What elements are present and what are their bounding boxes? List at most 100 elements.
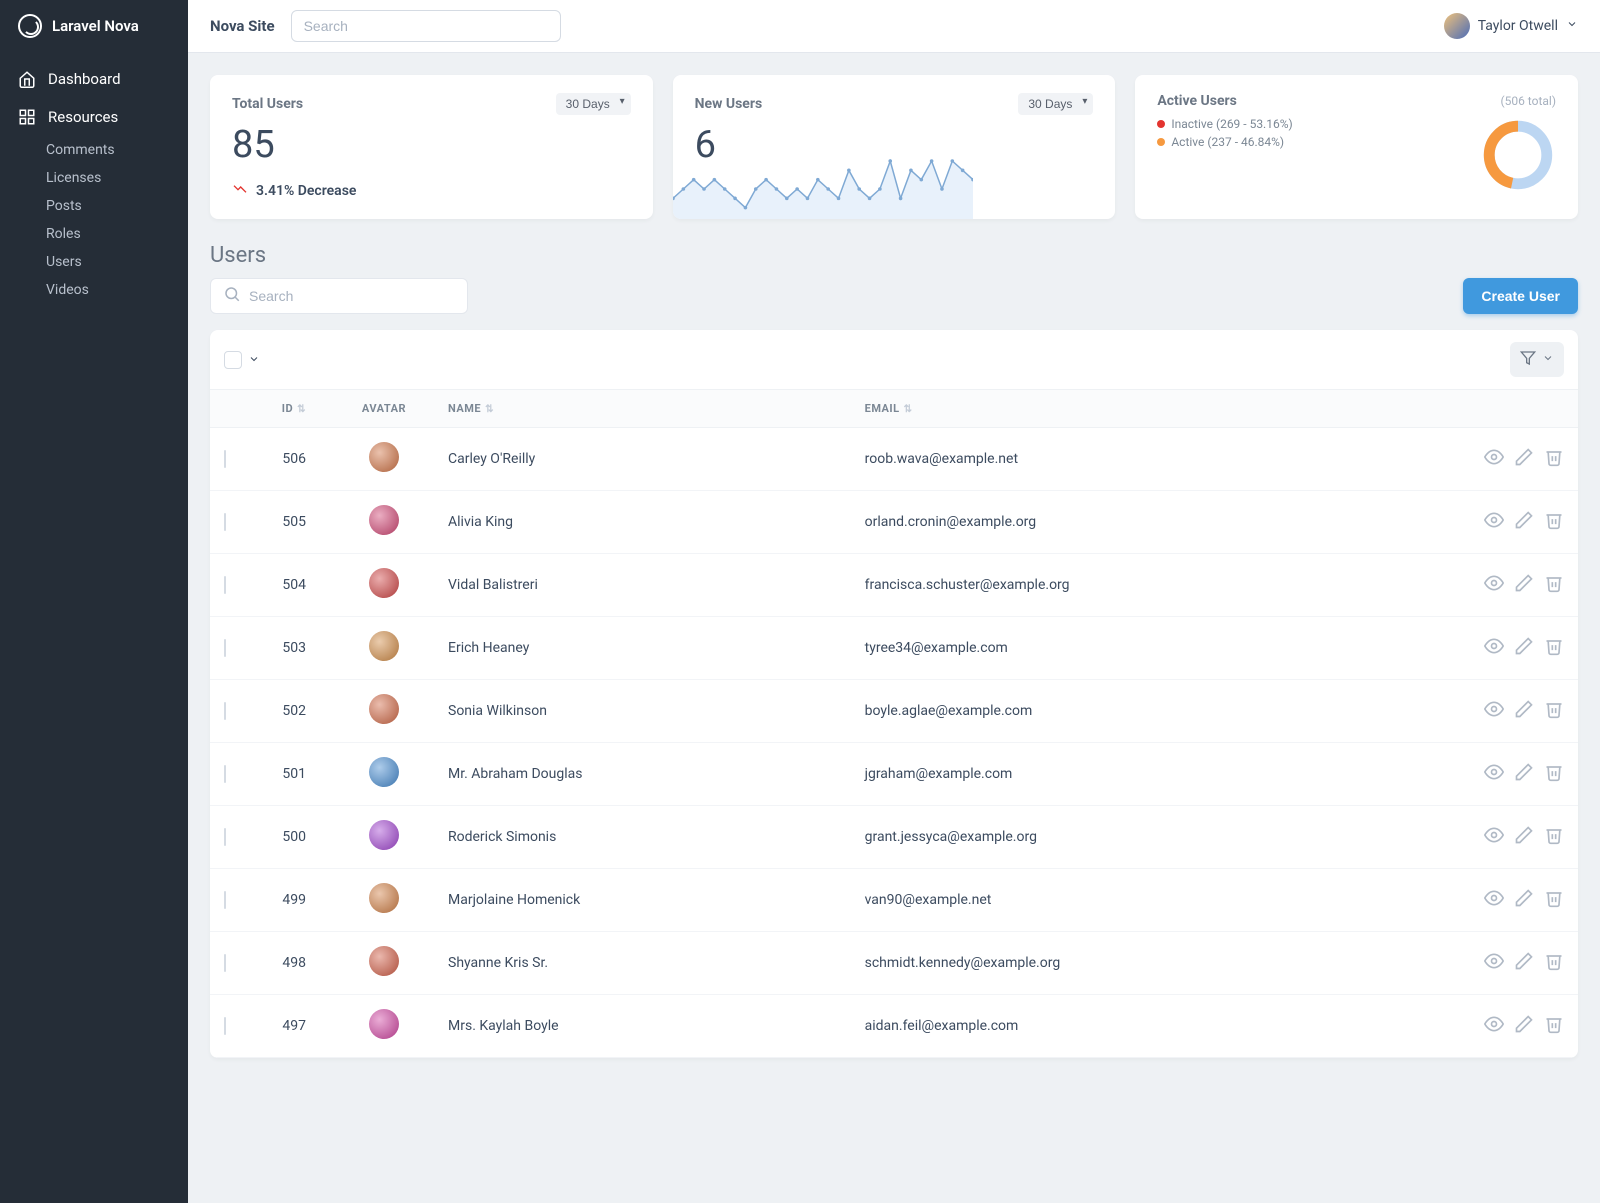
row-checkbox[interactable]: [224, 891, 226, 909]
cell-name: Mrs. Kaylah Boyle: [434, 995, 851, 1058]
row-checkbox[interactable]: [224, 513, 226, 531]
delete-icon[interactable]: [1544, 762, 1564, 782]
total-label: (506 total): [1500, 94, 1556, 108]
nav-resources[interactable]: Resources: [0, 98, 188, 136]
sidebar-item-comments[interactable]: Comments: [0, 136, 188, 164]
chevron-down-icon: [248, 350, 260, 369]
avatar: [369, 694, 399, 724]
col-email[interactable]: Email⇅: [851, 390, 1448, 428]
donut-chart: [1480, 117, 1556, 193]
card-title: Active Users: [1157, 93, 1236, 109]
edit-icon[interactable]: [1514, 447, 1534, 467]
edit-icon[interactable]: [1514, 762, 1534, 782]
cell-email: aidan.feil@example.com: [851, 995, 1448, 1058]
edit-icon[interactable]: [1514, 1014, 1534, 1034]
sort-icon: ⇅: [485, 404, 494, 415]
edit-icon[interactable]: [1514, 636, 1534, 656]
row-checkbox[interactable]: [224, 1017, 226, 1035]
sidebar-item-users[interactable]: Users: [0, 248, 188, 276]
view-icon[interactable]: [1484, 573, 1504, 593]
delete-icon[interactable]: [1544, 573, 1564, 593]
delete-icon[interactable]: [1544, 699, 1564, 719]
resource-search-input[interactable]: [249, 288, 455, 304]
view-icon[interactable]: [1484, 447, 1504, 467]
cell-email: van90@example.net: [851, 869, 1448, 932]
delete-icon[interactable]: [1544, 951, 1564, 971]
cell-email: grant.jessyca@example.org: [851, 806, 1448, 869]
view-icon[interactable]: [1484, 888, 1504, 908]
avatar: [369, 946, 399, 976]
sort-icon: ⇅: [904, 404, 913, 415]
range-select[interactable]: 30 Days: [1018, 93, 1093, 115]
cell-id: 503: [254, 617, 334, 680]
sidebar-item-roles[interactable]: Roles: [0, 220, 188, 248]
view-icon[interactable]: [1484, 762, 1504, 782]
row-checkbox[interactable]: [224, 954, 226, 972]
edit-icon[interactable]: [1514, 825, 1534, 845]
edit-icon[interactable]: [1514, 951, 1534, 971]
edit-icon[interactable]: [1514, 699, 1534, 719]
cell-name: Sonia Wilkinson: [434, 680, 851, 743]
cell-name: Carley O'Reilly: [434, 428, 851, 491]
row-checkbox[interactable]: [224, 828, 226, 846]
topbar: Nova Site Taylor Otwell: [188, 0, 1600, 53]
legend-inactive: Inactive (269 - 53.16%): [1157, 117, 1292, 131]
cell-id: 505: [254, 491, 334, 554]
row-checkbox[interactable]: [224, 576, 226, 594]
card-title: Total Users: [232, 96, 303, 112]
select-all[interactable]: [224, 350, 260, 369]
trend-down-icon: [232, 181, 248, 201]
table-row: 499Marjolaine Homenickvan90@example.net: [210, 869, 1578, 932]
nav-dashboard-label: Dashboard: [48, 70, 121, 88]
resource-search[interactable]: [210, 278, 468, 314]
cell-email: roob.wava@example.net: [851, 428, 1448, 491]
delete-icon[interactable]: [1544, 636, 1564, 656]
row-checkbox[interactable]: [224, 702, 226, 720]
sidebar: Laravel Nova Dashboard Resources Comment…: [0, 0, 188, 1203]
brand-logo[interactable]: Laravel Nova: [0, 0, 188, 52]
global-search-input[interactable]: [291, 10, 561, 42]
view-icon[interactable]: [1484, 825, 1504, 845]
cell-name: Shyanne Kris Sr.: [434, 932, 851, 995]
row-checkbox[interactable]: [224, 639, 226, 657]
create-user-button[interactable]: Create User: [1463, 278, 1578, 314]
dot-icon: [1157, 138, 1165, 146]
view-icon[interactable]: [1484, 1014, 1504, 1034]
checkbox[interactable]: [224, 351, 242, 369]
col-id[interactable]: ID⇅: [254, 390, 334, 428]
grid-icon: [18, 108, 36, 126]
avatar: [369, 1009, 399, 1039]
view-icon[interactable]: [1484, 699, 1504, 719]
filter-icon: [1520, 350, 1536, 369]
dot-icon: [1157, 120, 1165, 128]
edit-icon[interactable]: [1514, 573, 1534, 593]
cell-name: Roderick Simonis: [434, 806, 851, 869]
user-menu[interactable]: Taylor Otwell: [1444, 13, 1578, 39]
delete-icon[interactable]: [1544, 447, 1564, 467]
sparkline-chart: [673, 159, 973, 219]
delete-icon[interactable]: [1544, 510, 1564, 530]
row-checkbox[interactable]: [224, 765, 226, 783]
delete-icon[interactable]: [1544, 888, 1564, 908]
view-icon[interactable]: [1484, 636, 1504, 656]
sidebar-item-videos[interactable]: Videos: [0, 276, 188, 304]
col-name[interactable]: Name⇅: [434, 390, 851, 428]
delete-icon[interactable]: [1544, 1014, 1564, 1034]
trend-label: 3.41% Decrease: [256, 183, 356, 199]
table-row: 503Erich Heaneytyree34@example.com: [210, 617, 1578, 680]
edit-icon[interactable]: [1514, 510, 1534, 530]
legend-active: Active (237 - 46.84%): [1157, 135, 1292, 149]
view-icon[interactable]: [1484, 951, 1504, 971]
row-checkbox[interactable]: [224, 450, 226, 468]
filter-button[interactable]: [1510, 342, 1564, 377]
sidebar-item-licenses[interactable]: Licenses: [0, 164, 188, 192]
view-icon[interactable]: [1484, 510, 1504, 530]
nav-dashboard[interactable]: Dashboard: [0, 60, 188, 98]
site-name: Nova Site: [210, 17, 275, 35]
range-select[interactable]: 30 Days: [556, 93, 631, 115]
edit-icon[interactable]: [1514, 888, 1534, 908]
sidebar-item-posts[interactable]: Posts: [0, 192, 188, 220]
cell-id: 497: [254, 995, 334, 1058]
delete-icon[interactable]: [1544, 825, 1564, 845]
nav-resources-label: Resources: [48, 108, 118, 126]
